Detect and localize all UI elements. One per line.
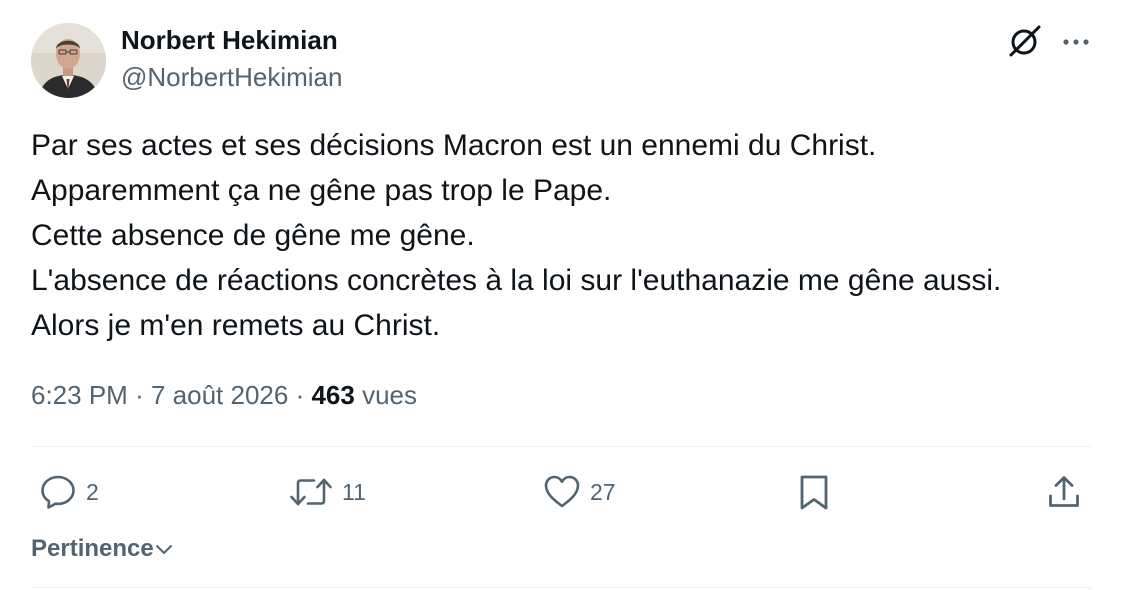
reply-count: 2 [86,478,99,505]
tweet-date[interactable]: 7 août 2026 [151,380,288,410]
chevron-down-icon [155,545,172,554]
like-button[interactable]: 27 [542,472,616,512]
retweet-count: 11 [342,478,366,505]
share-icon [1049,476,1079,507]
bookmark-icon [800,475,828,510]
meta-separator: · [295,380,305,410]
sort-label: Pertinence [31,535,154,562]
tweet-text: Par ses actes et ses décisions Macron es… [31,123,1101,348]
tweet-line: Apparemment ça ne gêne pas trop le Pape. [31,174,612,207]
tweet-line: Alors je m'en remets au Christ. [31,309,441,342]
share-button[interactable] [1046,472,1082,512]
bookmark-button[interactable] [796,472,832,512]
more-icon[interactable] [1058,24,1094,60]
divider [31,446,1093,447]
retweet-button[interactable]: 11 [288,472,366,512]
grok-icon[interactable] [1007,23,1043,59]
reply-icon [41,475,75,509]
sort-dropdown[interactable]: Pertinence [31,535,174,563]
tweet-time[interactable]: 6:23 PM [31,380,128,410]
heart-icon [544,475,580,508]
tweet-meta: 6:23 PM · 7 août 2026 · 463 vues [31,380,417,411]
author-handle[interactable]: @NorbertHekimian [121,62,342,93]
retweet-icon [290,478,332,506]
author-display-name[interactable]: Norbert Hekimian [121,25,338,56]
divider [31,587,1093,588]
tweet-line: Cette absence de gêne me gêne. [31,219,475,252]
reply-button[interactable]: 2 [38,472,99,512]
meta-separator: · [135,380,144,410]
tweet-line: L'absence de réactions concrètes à la lo… [31,264,1002,297]
views-label: vues [362,380,418,410]
like-count: 27 [590,478,616,505]
tweet-line: Par ses actes et ses décisions Macron es… [31,129,877,162]
tweet-card: Norbert Hekimian @NorbertHekimian Par se… [0,0,1123,590]
avatar[interactable] [31,23,106,98]
views-count: 463 [311,380,355,410]
